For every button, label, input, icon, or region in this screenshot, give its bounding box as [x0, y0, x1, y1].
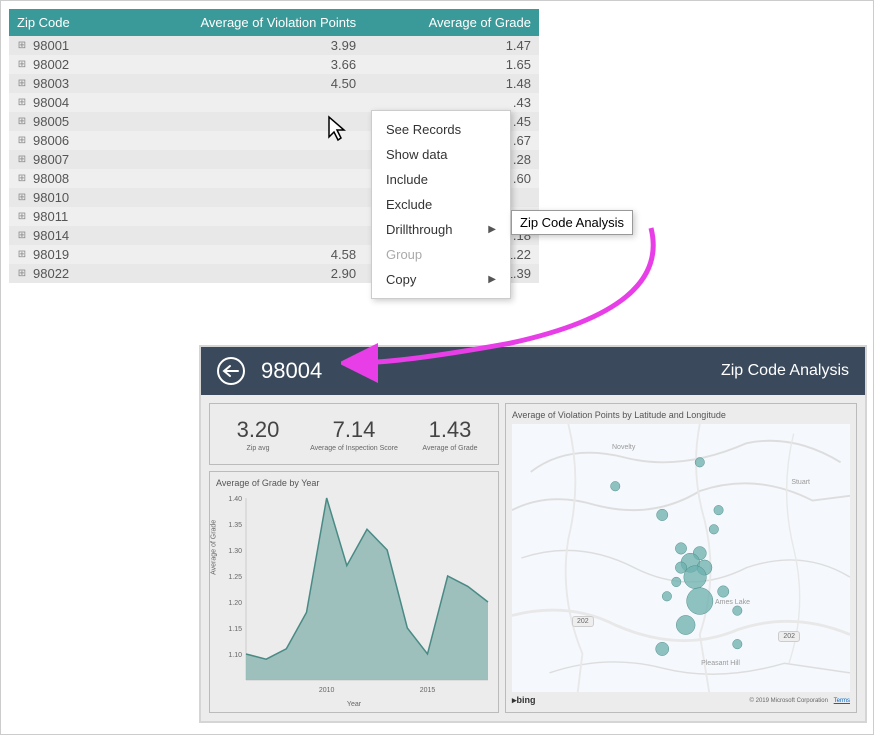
column-header-zip[interactable]: Zip Code	[9, 9, 111, 36]
violation-cell: 3.99	[111, 36, 365, 55]
chart-title: Average of Grade by Year	[216, 478, 492, 488]
zip-cell: 98019	[33, 247, 69, 262]
violation-cell	[111, 169, 365, 188]
expand-icon[interactable]: ⊞	[17, 155, 27, 165]
chevron-right-icon: ▶	[488, 224, 496, 235]
table-row[interactable]: ⊞ 98003 4.50 1.48	[9, 74, 539, 93]
kpi-label: Average of Inspection Score	[310, 445, 398, 452]
dashboard-title: 98004	[261, 358, 322, 384]
context-menu-item-group: Group	[372, 242, 510, 267]
drillthrough-submenu[interactable]: Zip Code Analysis	[511, 210, 633, 235]
svg-text:1.10: 1.10	[228, 652, 242, 659]
grade-cell: 1.48	[364, 74, 539, 93]
context-menu-item-drillthrough[interactable]: Drillthrough▶	[372, 217, 510, 242]
svg-text:2015: 2015	[420, 687, 436, 694]
column-header-grade[interactable]: Average of Grade	[364, 9, 539, 36]
map-road-badge: 202	[572, 616, 594, 627]
zip-cell: 98022	[33, 266, 69, 281]
map-place-label: Novelty	[612, 444, 635, 451]
violation-cell	[111, 226, 365, 245]
zip-cell: 98006	[33, 133, 69, 148]
context-menu: See RecordsShow dataIncludeExcludeDrillt…	[371, 110, 511, 299]
dashboard-header: 98004 Zip Code Analysis	[201, 347, 865, 395]
chevron-right-icon: ▶	[488, 274, 496, 285]
table-row[interactable]: ⊞ 98001 3.99 1.47	[9, 36, 539, 55]
context-menu-item-include[interactable]: Include	[372, 167, 510, 192]
submenu-item-zip-analysis[interactable]: Zip Code Analysis	[520, 215, 624, 230]
zip-cell: 98005	[33, 114, 69, 129]
kpi-value: 7.14	[333, 417, 376, 443]
grade-cell: 1.47	[364, 36, 539, 55]
violation-cell	[111, 131, 365, 150]
zip-cell: 98003	[33, 76, 69, 91]
context-menu-item-exclude[interactable]: Exclude	[372, 192, 510, 217]
x-axis-label: Year	[347, 701, 361, 708]
bing-logo: ▸bing	[512, 695, 536, 706]
expand-icon[interactable]: ⊞	[17, 231, 27, 241]
zip-cell: 98010	[33, 190, 69, 205]
map-place-label: Stuart	[791, 479, 810, 486]
kpi-label: Zip avg	[247, 445, 270, 452]
violation-cell: 2.90	[111, 264, 365, 283]
zip-cell: 98001	[33, 38, 69, 53]
violation-cell	[111, 93, 365, 112]
map-place-label: Pleasant Hill	[701, 660, 740, 667]
zip-cell: 98014	[33, 228, 69, 243]
drillthrough-dashboard: 98004 Zip Code Analysis 3.20 Zip avg 7.1…	[199, 345, 867, 723]
svg-text:1.40: 1.40	[228, 496, 242, 503]
expand-icon[interactable]: ⊞	[17, 41, 27, 51]
map-place-label: Ames Lake	[715, 599, 750, 606]
kpi-panel: 3.20 Zip avg 7.14 Average of Inspection …	[209, 403, 499, 465]
zip-cell: 98004	[33, 95, 69, 110]
grade-by-year-chart[interactable]: Average of Grade by Year 1.10 1.15 1.20 1.2…	[209, 471, 499, 713]
map-panel[interactable]: Average of Violation Points by Latitude …	[505, 403, 857, 713]
context-menu-item-show-data[interactable]: Show data	[372, 142, 510, 167]
violation-cell	[111, 150, 365, 169]
map-title: Average of Violation Points by Latitude …	[512, 410, 850, 420]
expand-icon[interactable]: ⊞	[17, 79, 27, 89]
zip-cell: 98002	[33, 57, 69, 72]
kpi-value: 1.43	[429, 417, 472, 443]
context-menu-item-copy[interactable]: Copy▶	[372, 267, 510, 292]
expand-icon[interactable]: ⊞	[17, 269, 27, 279]
violation-cell: 4.50	[111, 74, 365, 93]
zip-cell: 98008	[33, 171, 69, 186]
expand-icon[interactable]: ⊞	[17, 60, 27, 70]
expand-icon[interactable]: ⊞	[17, 136, 27, 146]
svg-text:2010: 2010	[319, 687, 335, 694]
kpi-inspection-score: 7.14 Average of Inspection Score	[306, 404, 402, 464]
back-button[interactable]	[217, 357, 245, 385]
kpi-value: 3.20	[237, 417, 280, 443]
violation-cell: 3.66	[111, 55, 365, 74]
grade-cell: 1.65	[364, 55, 539, 74]
svg-text:1.35: 1.35	[228, 522, 242, 529]
expand-icon[interactable]: ⊞	[17, 193, 27, 203]
expand-icon[interactable]: ⊞	[17, 117, 27, 127]
violation-cell	[111, 188, 365, 207]
table-row[interactable]: ⊞ 98002 3.66 1.65	[9, 55, 539, 74]
column-header-violation[interactable]: Average of Violation Points	[111, 9, 365, 36]
kpi-grade: 1.43 Average of Grade	[402, 404, 498, 464]
svg-text:1.20: 1.20	[228, 600, 242, 607]
zip-cell: 98007	[33, 152, 69, 167]
violation-cell	[111, 112, 365, 131]
y-axis-label: Average of Grade	[211, 520, 218, 575]
expand-icon[interactable]: ⊞	[17, 212, 27, 222]
svg-text:1.25: 1.25	[228, 574, 242, 581]
kpi-label: Average of Grade	[422, 445, 477, 452]
svg-text:1.15: 1.15	[228, 626, 242, 633]
violation-cell	[111, 207, 365, 226]
context-menu-item-see-records[interactable]: See Records	[372, 117, 510, 142]
svg-text:1.30: 1.30	[228, 548, 242, 555]
map-road-badge: 202	[778, 631, 800, 642]
zip-cell: 98011	[33, 209, 68, 224]
expand-icon[interactable]: ⊞	[17, 250, 27, 260]
kpi-zip-avg: 3.20 Zip avg	[210, 404, 306, 464]
dashboard-subtitle: Zip Code Analysis	[721, 362, 849, 380]
expand-icon[interactable]: ⊞	[17, 98, 27, 108]
terms-link[interactable]: Terms	[834, 698, 850, 704]
map-attribution: © 2019 Microsoft Corporation	[750, 698, 828, 704]
violation-cell: 4.58	[111, 245, 365, 264]
expand-icon[interactable]: ⊞	[17, 174, 27, 184]
